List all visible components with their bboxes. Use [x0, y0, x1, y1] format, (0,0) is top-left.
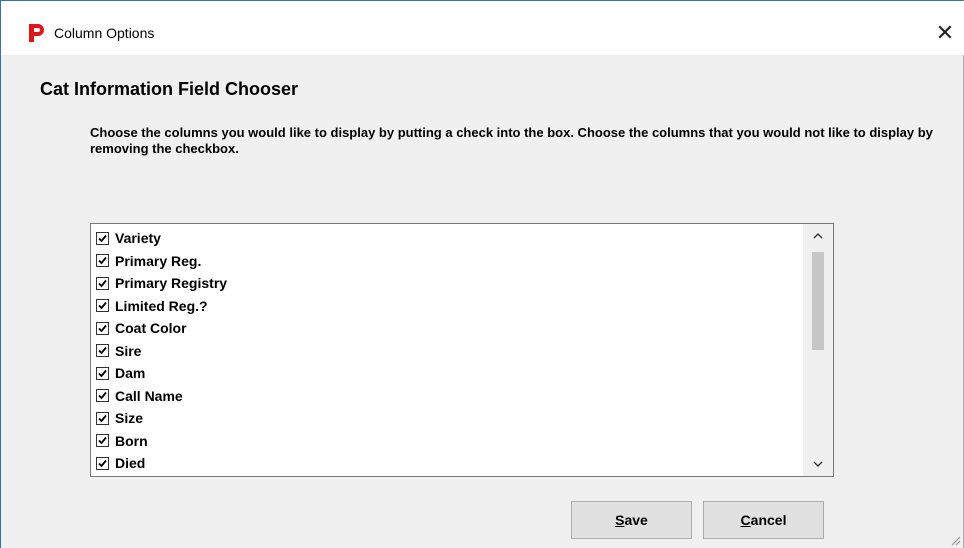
list-item-label: Limited Reg.? [115, 297, 208, 314]
checkmark-icon [98, 257, 107, 265]
list-item-label: Coat Color [115, 320, 187, 337]
list-item-label: Primary Reg. [115, 252, 202, 269]
close-icon: ✕ [935, 20, 955, 45]
list-item[interactable]: Born [91, 430, 803, 453]
list-item-label: Born [115, 432, 148, 449]
column-options-dialog: Column Options ✕ Cat Information Field C… [0, 0, 964, 548]
title-bar[interactable]: Column Options ✕ [1, 1, 964, 55]
checkmark-icon [98, 459, 107, 468]
checkmark-icon [98, 279, 107, 288]
save-mnemonic: S [615, 512, 625, 528]
checkbox[interactable] [96, 231, 109, 245]
list-item-label: Primary Registry [115, 275, 228, 292]
red-p-logo-icon [29, 24, 44, 42]
list-item[interactable]: Variety [91, 227, 803, 250]
checkmark-icon [98, 324, 107, 333]
scroll-down-button[interactable] [803, 452, 833, 476]
checkbox[interactable] [96, 366, 109, 380]
close-button[interactable]: ✕ [925, 15, 964, 51]
checkmark-icon [98, 234, 107, 243]
save-button[interactable]: Save [571, 501, 692, 539]
list-item[interactable]: Sire [91, 340, 803, 363]
cancel-button[interactable]: Cancel [703, 501, 824, 539]
checkmark-icon [98, 369, 107, 378]
checkbox[interactable] [96, 456, 109, 470]
field-list: Variety Primary Reg. Primary Registry Limit… [91, 227, 803, 475]
list-item-label: Sire [115, 342, 142, 359]
save-label-rest: ave [624, 512, 648, 528]
checkbox[interactable] [96, 389, 109, 403]
cancel-mnemonic: C [740, 512, 751, 528]
chevron-up-icon [813, 233, 823, 239]
checkbox[interactable] [96, 411, 109, 425]
list-item[interactable]: Call Name [91, 385, 803, 408]
scroll-up-button[interactable] [803, 224, 833, 248]
checkbox[interactable] [96, 344, 109, 358]
list-item-label: Dam [115, 365, 146, 382]
list-item[interactable]: Primary Reg. [91, 250, 803, 273]
cancel-label-rest: ancel [750, 512, 787, 528]
checkmark-icon [98, 437, 107, 445]
chevron-down-icon [813, 461, 823, 467]
list-item[interactable]: Coat Color [91, 317, 803, 340]
list-item[interactable]: Died [91, 452, 803, 475]
checkbox[interactable] [96, 276, 109, 290]
instructions-text: Choose the columns you would like to dis… [90, 125, 933, 156]
list-item[interactable]: Primary Registry [91, 272, 803, 295]
field-checklist[interactable]: Variety Primary Reg. Primary Registry Limit… [90, 223, 834, 477]
list-item-label: Call Name [115, 387, 183, 404]
checkbox[interactable] [96, 321, 109, 335]
checkbox[interactable] [96, 299, 109, 313]
list-item[interactable]: Limited Reg.? [91, 295, 803, 318]
checkmark-icon [98, 347, 107, 355]
list-item[interactable]: Dam [91, 362, 803, 385]
checkmark-icon [98, 302, 107, 310]
vertical-scrollbar[interactable] [803, 224, 833, 476]
checkbox[interactable] [96, 434, 109, 448]
list-item-label: Variety [115, 230, 161, 247]
list-item[interactable]: Size [91, 407, 803, 430]
resize-grip-icon[interactable] [949, 534, 961, 546]
list-item-label: Died [115, 455, 146, 472]
checkbox[interactable] [96, 254, 109, 268]
checkmark-icon [98, 414, 107, 423]
list-item-label: Size [115, 410, 144, 427]
scrollbar-thumb[interactable] [812, 252, 824, 350]
page-title: Cat Information Field Chooser [40, 79, 299, 99]
checkmark-icon [98, 392, 107, 400]
window-title: Column Options [54, 25, 155, 41]
